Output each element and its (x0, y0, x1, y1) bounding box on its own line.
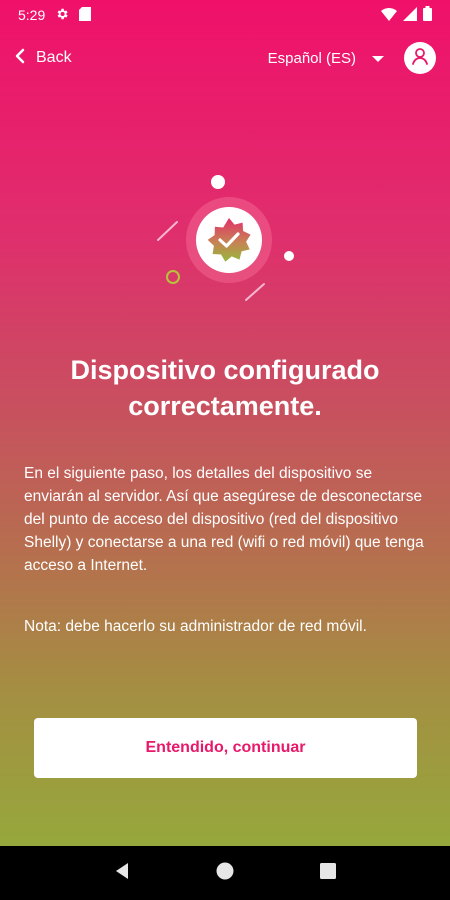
decor-ring-small (166, 270, 180, 284)
caret-down-icon (372, 50, 384, 67)
page-title: Dispositivo configurado correctamente. (70, 355, 380, 421)
user-icon (410, 46, 430, 71)
decor-line-left (157, 221, 178, 241)
chevron-left-icon (14, 48, 26, 69)
back-label: Back (36, 49, 72, 66)
nav-back-button[interactable] (107, 858, 137, 888)
square-recents-icon (320, 862, 337, 884)
circle-home-icon (216, 862, 234, 885)
screen-background: 5:29 Back Español (ES) Dispositivo confi… (0, 0, 450, 846)
gear-icon (55, 7, 69, 24)
system-nav-bar (0, 846, 450, 900)
wifi-icon (381, 7, 397, 24)
signal-icon (403, 6, 417, 24)
continue-button[interactable]: Entendido, continuar (34, 718, 417, 778)
triangle-back-icon (114, 862, 130, 885)
note-text: Nota: debe hacerlo su administrador de r… (24, 618, 367, 635)
nav-home-button[interactable] (210, 858, 240, 888)
language-selector[interactable]: Español (ES) (268, 50, 384, 67)
user-account-button[interactable] (404, 42, 436, 74)
app-bar: Back Español (ES) (0, 36, 450, 80)
success-illustration (150, 170, 310, 310)
back-button[interactable]: Back (14, 48, 72, 69)
sd-card-icon (79, 6, 92, 24)
status-bar: 5:29 (0, 0, 450, 30)
decor-dot-top (211, 175, 225, 189)
instructions-text: En el siguiente paso, los detalles del d… (24, 465, 424, 574)
battery-icon (423, 6, 432, 24)
nav-recents-button[interactable] (313, 858, 343, 888)
language-value: Español (ES) (267, 49, 356, 67)
status-time: 5:29 (18, 7, 46, 23)
decor-dot-right (284, 251, 294, 261)
decor-line-bottom (245, 283, 265, 301)
